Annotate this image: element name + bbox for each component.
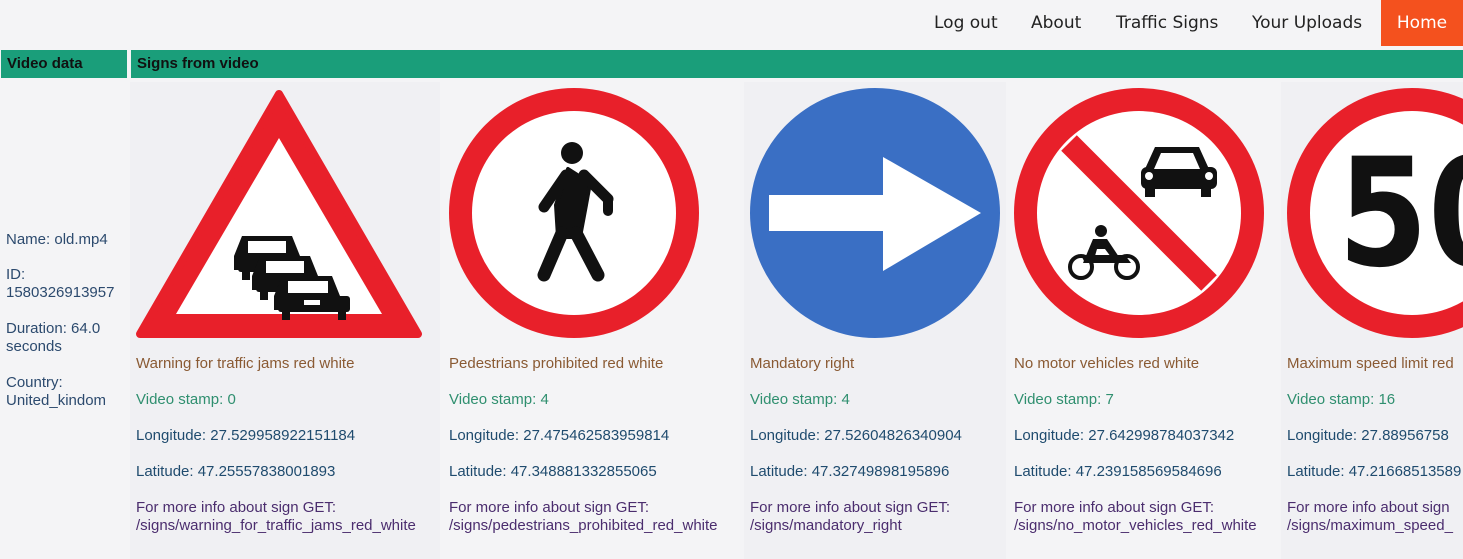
mandatory-right-icon: [750, 88, 1000, 338]
info-label: For more info about sign GET:: [1014, 499, 1215, 516]
video-stamp: Video stamp: 0: [136, 391, 236, 408]
latitude: Latitude: 47.239158569584696: [1014, 463, 1222, 480]
video-data-header: Video data: [1, 50, 127, 78]
nav-your-uploads[interactable]: Your Uploads: [1252, 0, 1362, 46]
nav-about[interactable]: About: [1031, 0, 1081, 46]
video-id-value: 1580326913957: [6, 284, 115, 301]
info-path: /signs/mandatory_right: [750, 517, 902, 534]
signs-from-video-header: Signs from video: [131, 50, 1463, 78]
video-name: Name: old.mp4: [6, 231, 108, 248]
nav-traffic-signs[interactable]: Traffic Signs: [1116, 0, 1218, 46]
info-label: For more info about sign: [1287, 499, 1450, 516]
video-duration-unit: seconds: [6, 338, 62, 355]
video-stamp: Video stamp: 4: [449, 391, 549, 408]
sign-name: No motor vehicles red white: [1014, 355, 1200, 372]
video-country-label: Country:: [6, 374, 63, 391]
latitude: Latitude: 47.348881332855065: [449, 463, 657, 480]
info-path: /signs/warning_for_traffic_jams_red_whit…: [136, 517, 416, 534]
sign-card: 50 Maximum speed limit red Video stamp: …: [1281, 82, 1463, 559]
pedestrians-prohibited-icon: [449, 88, 699, 338]
latitude: Latitude: 47.32749898195896: [750, 463, 950, 480]
video-stamp: Video stamp: 7: [1014, 391, 1114, 408]
sign-card: Mandatory right Video stamp: 4 Longitude…: [744, 82, 1006, 559]
video-country-value: United_kindom: [6, 392, 107, 409]
latitude: Latitude: 47.25557838001893: [136, 463, 336, 480]
sign-name: Maximum speed limit red: [1287, 355, 1454, 372]
sign-name: Pedestrians prohibited red white: [449, 355, 664, 372]
info-path: /signs/pedestrians_prohibited_red_white: [449, 517, 718, 534]
longitude: Longitude: 27.529958922151184: [136, 427, 356, 444]
video-id-label: ID:: [6, 266, 26, 283]
info-label: For more info about sign GET:: [449, 499, 650, 516]
sign-card: No motor vehicles red white Video stamp:…: [1008, 82, 1281, 559]
sign-card: Pedestrians prohibited red white Video s…: [443, 82, 741, 559]
longitude: Longitude: 27.52604826340904: [750, 427, 962, 444]
video-duration: Duration: 64.0: [6, 320, 101, 337]
sign-card: Warning for traffic jams red white Video…: [130, 82, 440, 559]
no-motor-vehicles-icon: [1014, 88, 1264, 338]
info-path: /signs/no_motor_vehicles_red_white: [1014, 517, 1257, 534]
video-stamp: Video stamp: 16: [1287, 391, 1396, 408]
sign-name: Mandatory right: [750, 355, 855, 372]
info-label: For more info about sign GET:: [750, 499, 951, 516]
nav-home[interactable]: Home: [1381, 0, 1463, 46]
video-data-panel: Name: old.mp4 ID: 1580326913957 Duration…: [0, 82, 127, 559]
speed-limit-value: 50: [1338, 127, 1463, 301]
longitude: Longitude: 27.475462583959814: [449, 427, 670, 444]
info-path: /signs/maximum_speed_: [1287, 517, 1453, 534]
longitude: Longitude: 27.88956758: [1287, 427, 1449, 444]
top-nav: Log out About Traffic Signs Your Uploads…: [0, 0, 1463, 46]
longitude: Longitude: 27.642998784037342: [1014, 427, 1235, 444]
traffic-jam-warning-icon: [136, 90, 422, 338]
info-label: For more info about sign GET:: [136, 499, 337, 516]
video-stamp: Video stamp: 4: [750, 391, 850, 408]
nav-logout[interactable]: Log out: [934, 0, 998, 46]
speed-limit-50-icon: 50: [1287, 88, 1463, 338]
sign-name: Warning for traffic jams red white: [136, 355, 355, 372]
latitude: Latitude: 47.21668513589: [1287, 463, 1462, 480]
